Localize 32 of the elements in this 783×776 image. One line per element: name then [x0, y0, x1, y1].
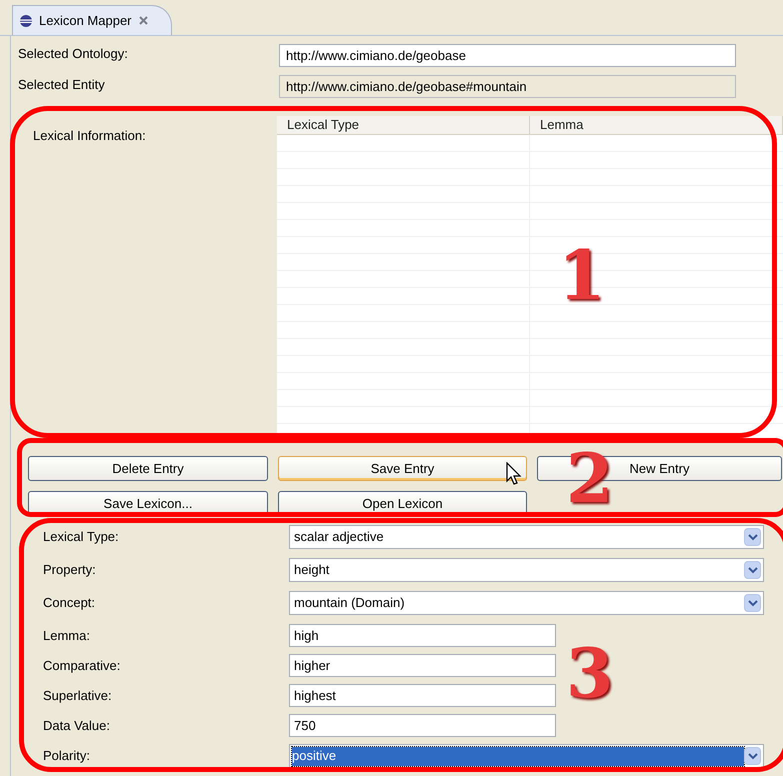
close-icon[interactable]: [138, 15, 148, 26]
action-button[interactable]: Delete Entry: [28, 456, 268, 481]
field-label: Comparative:: [42, 657, 122, 675]
column-header[interactable]: Lexical Type: [277, 116, 530, 134]
dropdown-field[interactable]: mountain (Domain): [289, 591, 764, 615]
dropdown-field[interactable]: height: [289, 558, 764, 582]
field-label: Property:: [42, 561, 97, 579]
field-label: Lemma:: [42, 627, 91, 645]
column-header[interactable]: Lemma: [530, 116, 783, 134]
text-field[interactable]: higher: [289, 654, 556, 677]
text-field[interactable]: high: [289, 624, 556, 647]
section-label: Lexical Information:: [32, 127, 147, 145]
editor-tab[interactable]: Lexicon Mapper: [12, 5, 172, 35]
dropdown-field[interactable]: positive: [289, 744, 764, 768]
field-label: Polarity:: [42, 747, 91, 765]
annotation-number: 1: [558, 242, 606, 310]
annotation-number: 3: [566, 640, 614, 708]
app-icon: [19, 14, 33, 28]
field-label: Concept:: [42, 594, 96, 612]
field-label: Lexical Type:: [42, 528, 120, 546]
field-label: Selected Ontology:: [17, 45, 129, 63]
field-label: Data Value:: [42, 717, 111, 735]
dropdown-field[interactable]: scalar adjective: [289, 525, 764, 549]
text-field[interactable]: http://www.cimiano.de/geobase: [279, 44, 736, 67]
text-field: http://www.cimiano.de/geobase#mountain: [279, 75, 736, 98]
mouse-cursor-icon: [506, 462, 522, 486]
field-label: Selected Entity: [17, 76, 106, 94]
text-field[interactable]: highest: [289, 684, 556, 707]
tab-title: Lexicon Mapper: [39, 12, 132, 30]
action-button[interactable]: Save Entry: [278, 456, 527, 481]
text-field[interactable]: 750: [289, 714, 556, 737]
field-label: Superlative:: [42, 687, 113, 705]
